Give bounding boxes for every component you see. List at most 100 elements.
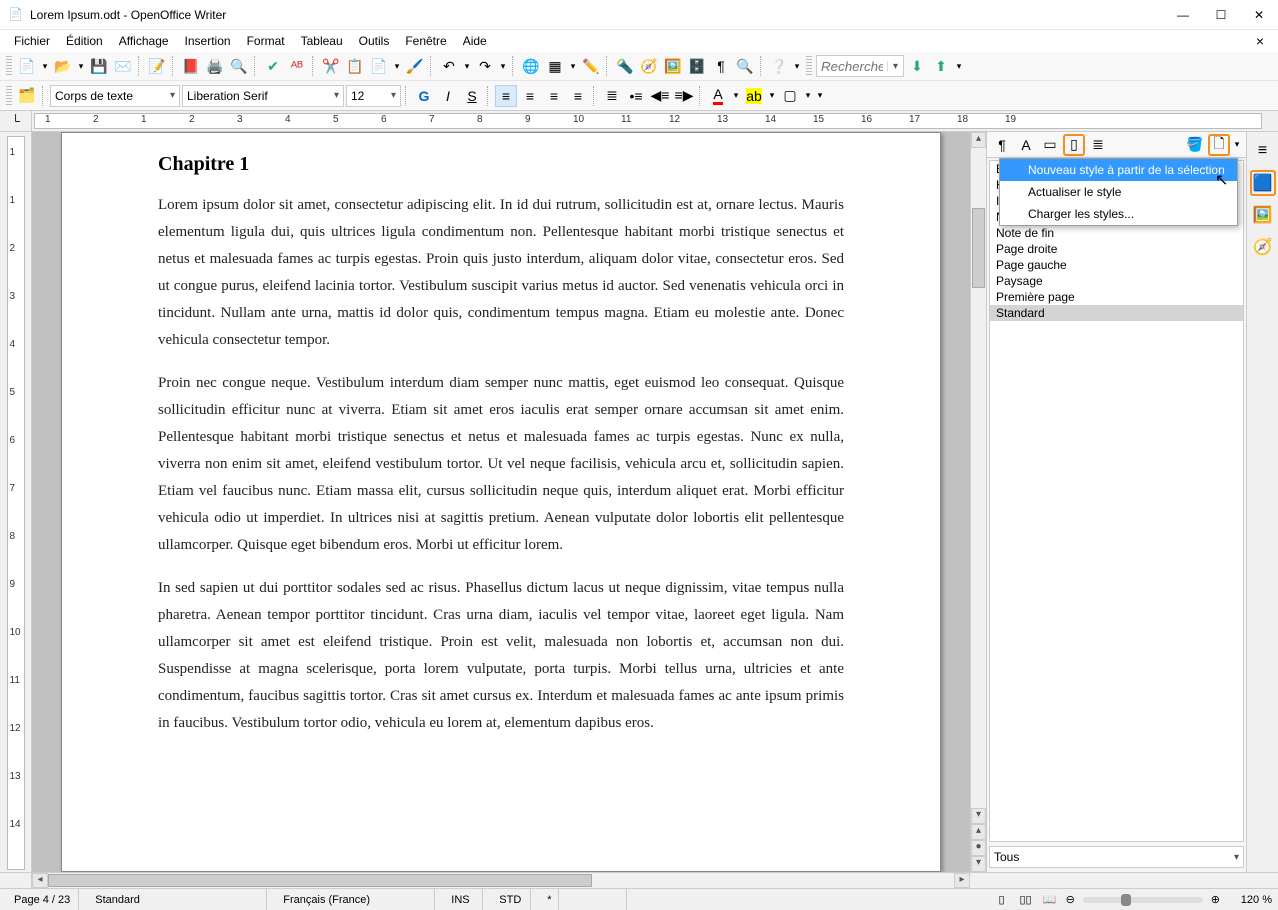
status-insert-mode[interactable]: INS xyxy=(443,889,483,910)
character-styles-button[interactable]: A xyxy=(1015,134,1037,156)
frame-styles-button[interactable]: ▭ xyxy=(1039,134,1061,156)
styles-filter-combo[interactable]: Tous ▾ xyxy=(989,846,1244,868)
style-list-item[interactable]: Standard xyxy=(990,305,1243,321)
scroll-right-button[interactable]: ▸ xyxy=(954,873,970,888)
status-selection-mode[interactable]: STD xyxy=(491,889,531,910)
table-button[interactable]: ▦ xyxy=(544,55,566,77)
menu-fenetre[interactable]: Fenêtre xyxy=(399,32,452,50)
hyperlink-button[interactable]: 🌐 xyxy=(520,55,542,77)
redo-button[interactable]: ↷ xyxy=(474,55,496,77)
paragraph-styles-button[interactable]: ¶ xyxy=(991,134,1013,156)
scroll-left-button[interactable]: ◂ xyxy=(32,873,48,888)
align-left-button[interactable]: ≡ xyxy=(495,85,517,107)
sidebar-properties-tab[interactable]: ≡ xyxy=(1250,138,1276,164)
open-button[interactable]: 📂 xyxy=(52,55,74,77)
gallery-button[interactable]: 🖼️ xyxy=(662,55,684,77)
email-button[interactable]: ✉️ xyxy=(112,55,134,77)
toolbar-grip[interactable] xyxy=(6,86,12,106)
menu-edition[interactable]: Édition xyxy=(60,32,109,50)
align-center-button[interactable]: ≡ xyxy=(519,85,541,107)
background-color-dropdown[interactable]: ▾ xyxy=(803,85,813,107)
horizontal-ruler[interactable]: 1212345678910111213141516171819 xyxy=(34,113,1262,129)
new-style-menu-button[interactable]: 🗋 xyxy=(1208,134,1230,156)
navigator-button[interactable]: 🧭 xyxy=(638,55,660,77)
menu-format[interactable]: Format xyxy=(241,32,291,50)
toolbar-overflow[interactable]: ▾ xyxy=(792,55,802,77)
style-list-item[interactable]: Paysage xyxy=(990,273,1243,289)
status-language[interactable]: Français (France) xyxy=(275,889,435,910)
status-page[interactable]: Page 4 / 23 xyxy=(6,889,79,910)
styles-formatting-button[interactable]: 🗂️ xyxy=(16,85,38,107)
export-pdf-button[interactable]: 📕 xyxy=(180,55,202,77)
horizontal-scrollbar[interactable]: ◂ ▸ xyxy=(32,873,970,888)
sidebar-styles-tab[interactable]: 🟦 xyxy=(1250,170,1276,196)
vertical-scrollbar[interactable]: ▴ ▾ ▴ ● ▾ xyxy=(970,132,986,872)
scroll-thumb[interactable] xyxy=(972,208,985,288)
save-button[interactable]: 💾 xyxy=(88,55,110,77)
nav-object-button[interactable]: ● xyxy=(971,840,986,856)
style-list-item[interactable]: Page droite xyxy=(990,241,1243,257)
zoom-slider-knob[interactable] xyxy=(1121,894,1131,906)
paste-dropdown[interactable]: ▾ xyxy=(392,55,402,77)
find-input[interactable] xyxy=(817,56,887,76)
paste-button[interactable]: 📄 xyxy=(368,55,390,77)
view-multi-page-button[interactable]: ▯▯ xyxy=(1018,892,1034,908)
fill-format-mode-button[interactable]: 🪣 xyxy=(1184,134,1206,156)
print-button[interactable]: 🖨️ xyxy=(204,55,226,77)
undo-dropdown[interactable]: ▾ xyxy=(462,55,472,77)
bullets-button[interactable]: •≡ xyxy=(625,85,647,107)
underline-button[interactable]: S xyxy=(461,85,483,107)
nonprinting-chars-button[interactable]: ¶ xyxy=(710,55,732,77)
styles-list[interactable]: EnveloppeHTMLIndexNote de bas de pageNot… xyxy=(989,160,1244,842)
open-dropdown[interactable]: ▾ xyxy=(76,55,86,77)
menu-affichage[interactable]: Affichage xyxy=(113,32,175,50)
view-book-button[interactable]: 📖 xyxy=(1042,892,1058,908)
cut-button[interactable]: ✂️ xyxy=(320,55,342,77)
find-toolbar-box[interactable]: ▾ xyxy=(816,55,904,77)
align-right-button[interactable]: ≡ xyxy=(543,85,565,107)
vertical-ruler[interactable]: 11234567891011121314 xyxy=(7,136,25,870)
menu-new-style-from-selection[interactable]: Nouveau style à partir de la sélection xyxy=(1000,159,1237,181)
highlight-dropdown[interactable]: ▾ xyxy=(767,85,777,107)
document-view[interactable]: Chapitre 1 Lorem ipsum dolor sit amet, c… xyxy=(32,132,970,872)
view-single-page-button[interactable]: ▯ xyxy=(994,892,1010,908)
nav-next-button[interactable]: ▾ xyxy=(971,856,986,872)
style-list-item[interactable]: Note de fin xyxy=(990,225,1243,241)
italic-button[interactable]: I xyxy=(437,85,459,107)
toolbar-grip[interactable] xyxy=(6,56,12,76)
highlight-button[interactable]: ab xyxy=(743,85,765,107)
find-overflow[interactable]: ▾ xyxy=(954,55,964,77)
data-sources-button[interactable]: 🗄️ xyxy=(686,55,708,77)
bold-button[interactable]: G xyxy=(413,85,435,107)
style-list-item[interactable]: Première page xyxy=(990,289,1243,305)
zoom-out-button[interactable]: ⊖ xyxy=(1066,893,1075,906)
menu-outils[interactable]: Outils xyxy=(353,32,396,50)
print-preview-button[interactable]: 🔍 xyxy=(228,55,250,77)
indent-decrease-button[interactable]: ◀≡ xyxy=(649,85,671,107)
zoom-level[interactable]: 120 % xyxy=(1228,894,1272,906)
font-size-combo[interactable]: 12 ▾ xyxy=(346,85,401,107)
show-draw-button[interactable]: ✏️ xyxy=(580,55,602,77)
toolbar-grip[interactable] xyxy=(806,56,812,76)
scroll-down-button[interactable]: ▾ xyxy=(971,808,986,824)
redo-dropdown[interactable]: ▾ xyxy=(498,55,508,77)
nav-prev-button[interactable]: ▴ xyxy=(971,824,986,840)
close-button[interactable]: ✕ xyxy=(1252,8,1266,22)
zoom-in-button[interactable]: ⊕ xyxy=(1211,893,1220,906)
sidebar-navigator-tab[interactable]: 🧭 xyxy=(1250,234,1276,260)
page-styles-button[interactable]: ▯ xyxy=(1063,134,1085,156)
spellcheck-button[interactable]: ✔ xyxy=(262,55,284,77)
zoom-slider[interactable] xyxy=(1083,897,1203,903)
formatting-overflow[interactable]: ▾ xyxy=(815,85,825,107)
font-color-button[interactable]: A xyxy=(707,85,729,107)
hscroll-thumb[interactable] xyxy=(48,874,592,887)
menu-aide[interactable]: Aide xyxy=(457,32,493,50)
menu-fichier[interactable]: Fichier xyxy=(8,32,56,50)
paragraph-style-combo[interactable]: Corps de texte ▾ xyxy=(50,85,180,107)
indent-increase-button[interactable]: ≡▶ xyxy=(673,85,695,107)
auto-spellcheck-button[interactable]: ᴬᴮ xyxy=(286,55,308,77)
numbering-button[interactable]: ≣ xyxy=(601,85,623,107)
menu-insertion[interactable]: Insertion xyxy=(179,32,237,50)
help-button[interactable]: ❔ xyxy=(768,55,790,77)
new-doc-button[interactable]: 📄 xyxy=(16,55,38,77)
